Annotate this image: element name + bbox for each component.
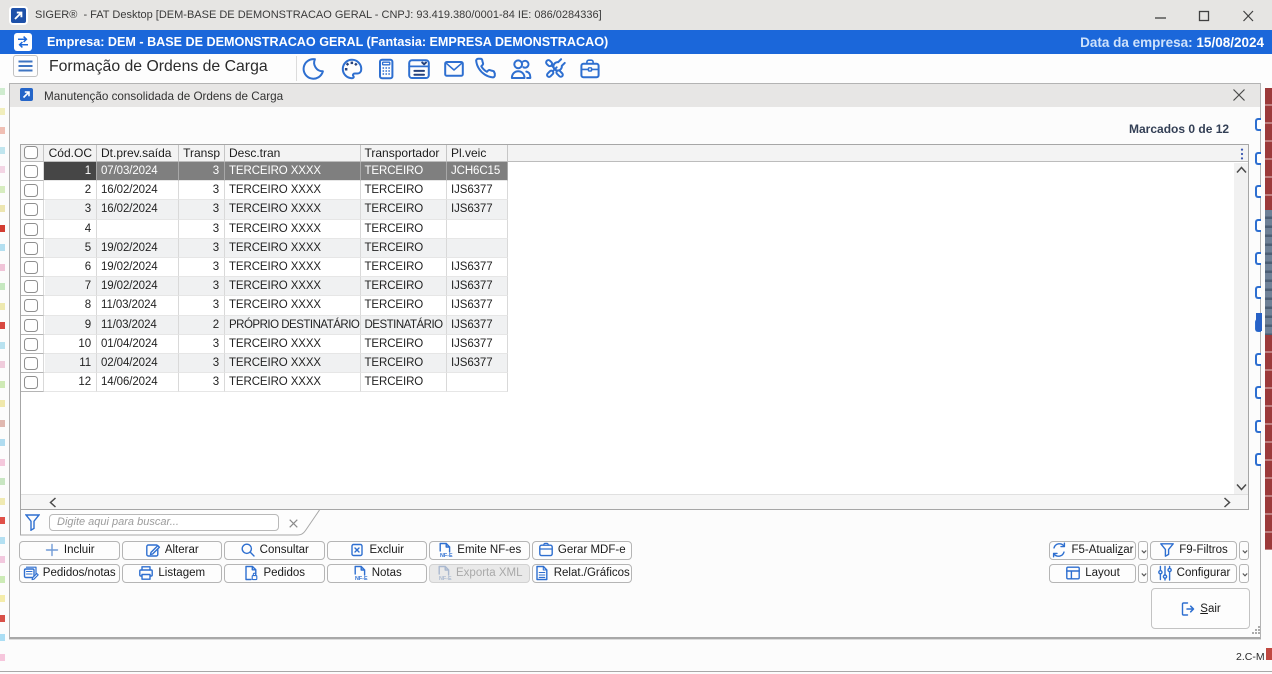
- svg-text:NF-E: NF-E: [440, 553, 453, 558]
- svg-text:NF-E: NF-E: [439, 576, 452, 581]
- svg-text:NF-E: NF-E: [355, 576, 368, 581]
